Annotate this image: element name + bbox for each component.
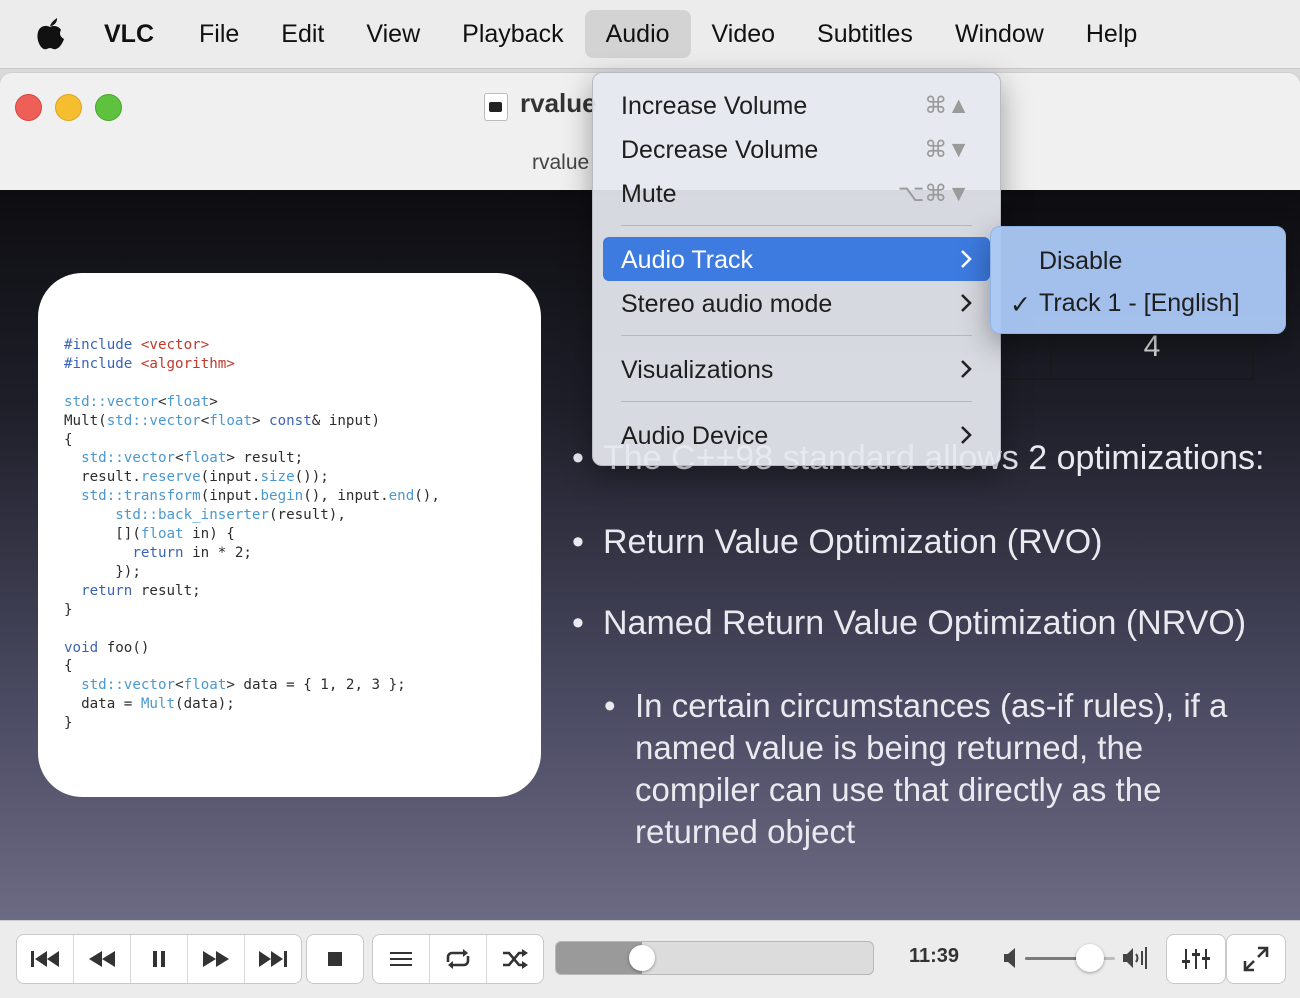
equalizer-button[interactable] <box>1167 935 1225 983</box>
pause-button[interactable] <box>131 935 188 983</box>
elapsed-time: 11:39 <box>909 945 960 967</box>
menu-item-audio-track[interactable]: Audio Track <box>603 237 990 281</box>
close-window-button[interactable] <box>15 94 42 121</box>
menu-separator <box>621 225 972 226</box>
menu-separator <box>621 401 972 402</box>
fullscreen-icon <box>1243 946 1269 972</box>
volume-high-icon[interactable] <box>1122 945 1148 976</box>
chevron-right-icon <box>961 360 972 378</box>
table-cell: 4 <box>1143 330 1161 363</box>
skip-previous-button[interactable] <box>17 935 74 983</box>
fullscreen-button[interactable] <box>1227 935 1285 983</box>
equalizer-group <box>1166 934 1226 984</box>
menu-app-vlc[interactable]: VLC <box>80 10 178 58</box>
menu-item-audio-device[interactable]: Audio Device <box>603 413 990 457</box>
menu-playback[interactable]: Playback <box>441 10 584 58</box>
skip-next-icon <box>259 951 287 967</box>
pause-icon <box>153 951 165 967</box>
stop-button[interactable] <box>307 935 363 983</box>
seek-slider[interactable] <box>555 941 874 975</box>
menu-audio[interactable]: Audio <box>584 10 691 58</box>
menu-window[interactable]: Window <box>934 10 1065 58</box>
chevron-right-icon <box>961 426 972 444</box>
volume-knob[interactable] <box>1075 944 1104 972</box>
submenu-item-track-1-english[interactable]: ✓ Track 1 - [English] <box>1001 281 1277 323</box>
menu-item-visualizations[interactable]: Visualizations <box>603 347 990 391</box>
audio-menu: Increase Volume ⌘▲ Decrease Volume ⌘▼ Mu… <box>592 72 1001 466</box>
chevron-right-icon <box>961 250 972 268</box>
playlist-button[interactable] <box>373 935 430 983</box>
menu-separator <box>621 335 972 336</box>
shuffle-button[interactable] <box>487 935 543 983</box>
volume-slider[interactable] <box>1025 944 1115 972</box>
menu-item-stereo-audio-mode[interactable]: Stereo audio mode <box>603 281 990 325</box>
rewind-button[interactable] <box>74 935 131 983</box>
menu-item-decrease-volume[interactable]: Decrease Volume ⌘▼ <box>603 127 990 171</box>
seek-knob[interactable] <box>628 945 655 971</box>
window-subtitle: rvalue <box>532 151 590 174</box>
audio-track-submenu: Disable ✓ Track 1 - [English] <box>990 226 1286 334</box>
code-card: #include <vector> #include <algorithm> s… <box>38 273 541 797</box>
shortcut-decrease-volume: ⌘▼ <box>924 136 970 162</box>
menu-item-increase-volume[interactable]: Increase Volume ⌘▲ <box>603 83 990 127</box>
fast-forward-icon <box>203 951 229 967</box>
menu-item-mute[interactable]: Mute ⌥⌘▼ <box>603 171 990 215</box>
menu-edit[interactable]: Edit <box>260 10 345 58</box>
rewind-icon <box>89 951 115 967</box>
shortcut-increase-volume: ⌘▲ <box>924 92 970 118</box>
skip-previous-icon <box>31 951 59 967</box>
shuffle-icon <box>503 949 528 969</box>
slide-bullet-rvo: Return Value Optimization (RVO) <box>572 523 1102 562</box>
slide-sub-bullet: In certain circumstances (as-if rules), … <box>604 685 1227 853</box>
menu-file[interactable]: File <box>178 10 260 58</box>
stop-icon <box>328 952 342 966</box>
volume-low-icon[interactable] <box>1003 946 1017 975</box>
submenu-item-disable[interactable]: Disable <box>1001 239 1277 281</box>
chevron-right-icon <box>961 294 972 312</box>
menu-help[interactable]: Help <box>1065 10 1158 58</box>
zoom-window-button[interactable] <box>95 94 122 121</box>
minimize-window-button[interactable] <box>55 94 82 121</box>
shortcut-mute: ⌥⌘▼ <box>897 180 970 206</box>
stop-group <box>306 934 364 984</box>
equalizer-icon <box>1182 949 1210 969</box>
window-title: rvalue <box>520 88 597 118</box>
menu-video[interactable]: Video <box>691 10 797 58</box>
loop-button[interactable] <box>430 935 487 983</box>
document-icon <box>484 93 508 121</box>
menu-view[interactable]: View <box>345 10 441 58</box>
playback-controls: 11:39 <box>0 920 1300 998</box>
fullscreen-group <box>1226 934 1286 984</box>
fast-forward-button[interactable] <box>188 935 245 983</box>
loop-icon <box>446 949 470 969</box>
playlist-group <box>372 934 544 984</box>
transport-group <box>16 934 302 984</box>
apple-logo-icon[interactable] <box>20 0 80 68</box>
slide-bullet-nrvo: Named Return Value Optimization (NRVO) <box>572 604 1246 643</box>
playlist-icon <box>390 952 412 966</box>
code-block: #include <vector> #include <algorithm> s… <box>64 337 440 732</box>
checkmark-icon: ✓ <box>1010 291 1031 319</box>
skip-next-button[interactable] <box>245 935 301 983</box>
menu-subtitles[interactable]: Subtitles <box>796 10 934 58</box>
menu-bar: VLC File Edit View Playback Audio Video … <box>0 0 1300 69</box>
